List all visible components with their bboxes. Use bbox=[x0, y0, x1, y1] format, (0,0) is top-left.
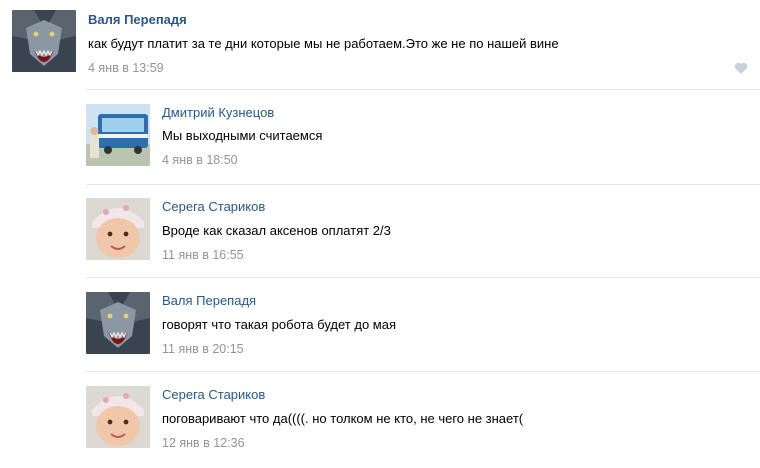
reply-text: Вроде как сказал аксенов оплатят 2/3 bbox=[162, 223, 391, 238]
reply-text: поговаривают что да((((. но толком не кт… bbox=[162, 411, 524, 426]
reply-date[interactable]: 4 янв в 18:50 bbox=[162, 153, 238, 167]
divider bbox=[86, 371, 760, 372]
avatar[interactable] bbox=[86, 198, 150, 260]
reply-item: Валя Перепадя говорят что такая робота б… bbox=[86, 280, 760, 374]
post-text: как будут платит за те дни которые мы не… bbox=[88, 36, 559, 51]
avatar[interactable] bbox=[86, 292, 150, 354]
reply-item: Серега Стариков поговаривают что да((((.… bbox=[86, 374, 760, 468]
reply-date[interactable]: 11 янв в 20:15 bbox=[162, 342, 244, 356]
divider bbox=[86, 89, 760, 90]
avatar[interactable] bbox=[12, 10, 76, 72]
reply-date[interactable]: 11 янв в 16:55 bbox=[162, 248, 244, 262]
reply-item: Серега Стариков Вроде как сказал аксенов… bbox=[86, 186, 760, 280]
comment-post: Валя Перепадя как будут платит за те дни… bbox=[0, 0, 760, 90]
reply-author[interactable]: Серега Стариков bbox=[162, 387, 265, 402]
reply-author[interactable]: Дмитрий Кузнецов bbox=[162, 105, 274, 120]
divider bbox=[86, 277, 760, 278]
reply-text: говорят что такая робота будет до мая bbox=[162, 317, 396, 332]
reply-author[interactable]: Серега Стариков bbox=[162, 199, 265, 214]
post-author[interactable]: Валя Перепадя bbox=[88, 12, 187, 27]
divider bbox=[86, 184, 760, 185]
reply-author[interactable]: Валя Перепадя bbox=[162, 293, 256, 308]
avatar[interactable] bbox=[86, 386, 150, 448]
reply-item: Дмитрий Кузнецов Мы выходными считаемся … bbox=[86, 92, 760, 186]
reply-date[interactable]: 12 янв в 12:36 bbox=[162, 436, 245, 450]
reply-text: Мы выходными считаемся bbox=[162, 128, 323, 143]
avatar[interactable] bbox=[86, 104, 150, 166]
post-date[interactable]: 4 янв в 13:59 bbox=[88, 61, 164, 75]
heart-icon[interactable] bbox=[734, 62, 748, 75]
